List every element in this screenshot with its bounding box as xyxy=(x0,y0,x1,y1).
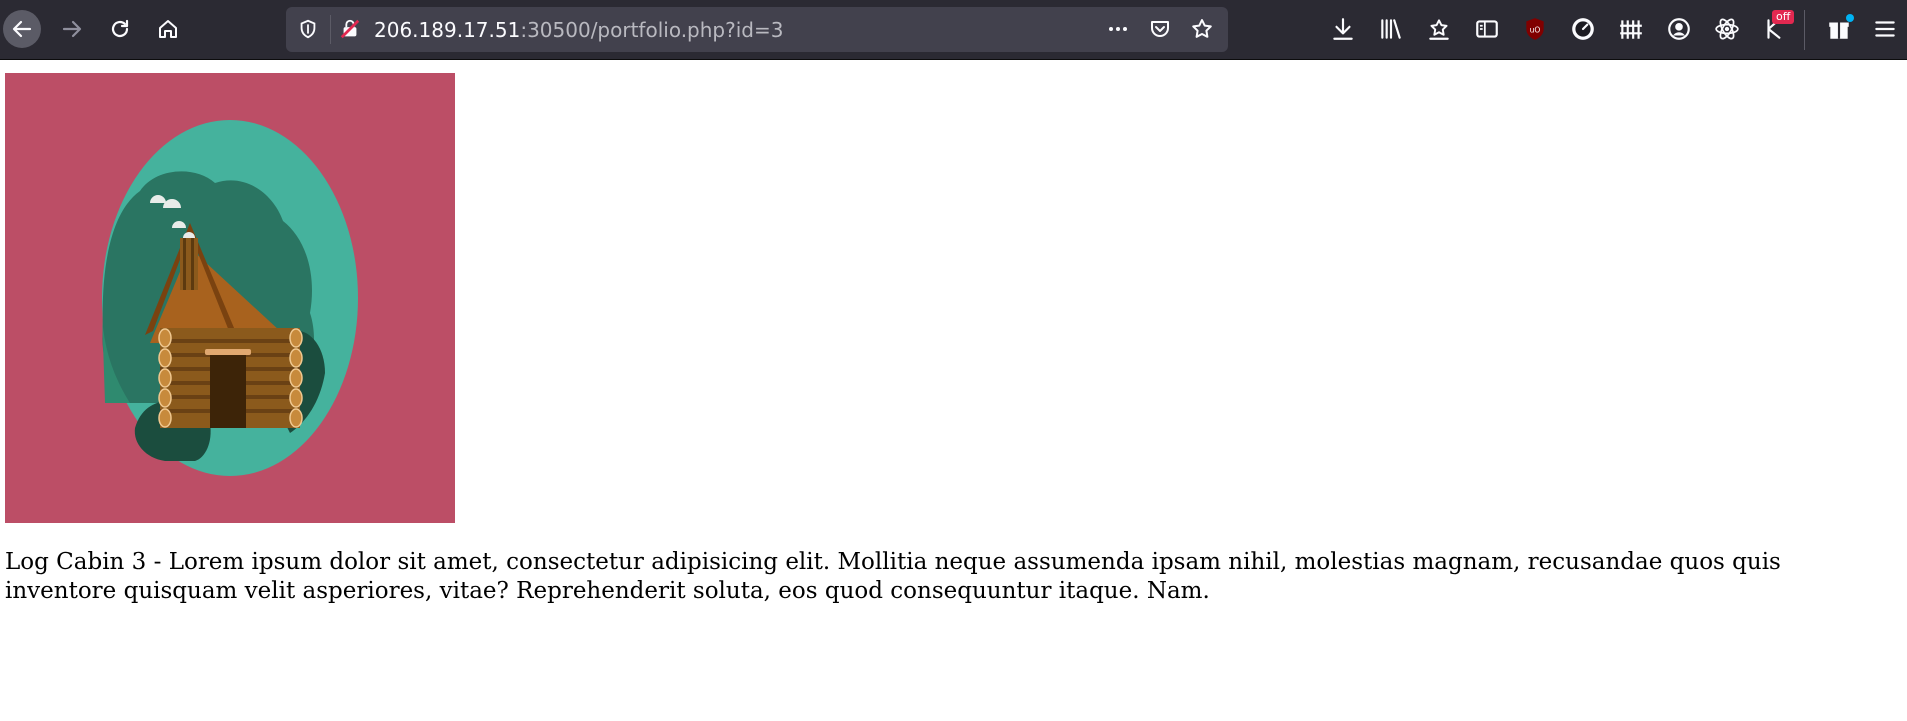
home-button[interactable] xyxy=(149,10,187,48)
account-icon xyxy=(1668,18,1690,40)
page-content: Log Cabin 3 - Lorem ipsum dolor sit amet… xyxy=(0,60,1907,721)
ublock-origin-icon: uO xyxy=(1526,18,1544,40)
address-bar[interactable]: 206.189.17.51:30500/portfolio.php?id=3 xyxy=(286,7,1228,52)
notification-dot xyxy=(1846,14,1854,22)
forward-button[interactable] xyxy=(53,10,91,48)
forward-arrow-icon xyxy=(62,20,82,38)
back-button[interactable] xyxy=(3,10,41,48)
more-icon xyxy=(1109,27,1127,31)
bookmark-star-button[interactable] xyxy=(1190,17,1214,41)
bookmarks-menu-icon xyxy=(1429,19,1449,40)
account-button[interactable] xyxy=(1666,16,1692,42)
download-icon xyxy=(1333,18,1353,40)
browser-toolbar: 206.189.17.51:30500/portfolio.php?id=3 u… xyxy=(0,0,1907,60)
library-icon xyxy=(1381,19,1401,39)
sidebar-icon xyxy=(1476,20,1498,38)
url-text[interactable]: 206.189.17.51:30500/portfolio.php?id=3 xyxy=(374,18,783,42)
reload-button[interactable] xyxy=(101,10,139,48)
url-path: :30500/portfolio.php?id=3 xyxy=(520,18,784,42)
ublock-origin-button[interactable]: uO xyxy=(1522,16,1548,42)
insecure-connection-icon xyxy=(340,19,360,39)
back-arrow-icon xyxy=(12,20,32,38)
sidebar-button[interactable] xyxy=(1474,16,1500,42)
hamburger-menu-icon xyxy=(1875,21,1895,37)
library-button[interactable] xyxy=(1378,16,1404,42)
svg-text:uO: uO xyxy=(1530,25,1541,34)
url-separator xyxy=(330,15,331,44)
pocket-button[interactable] xyxy=(1148,17,1172,41)
page-actions-button[interactable] xyxy=(1106,17,1130,41)
app-menu-button[interactable] xyxy=(1872,16,1898,42)
speed-extension-button[interactable] xyxy=(1570,16,1596,42)
pocket-icon xyxy=(1151,21,1169,37)
log-cabin-image xyxy=(5,73,455,523)
toolbar-separator xyxy=(1804,10,1805,50)
fence-icon xyxy=(1620,20,1642,39)
off-badge: off xyxy=(1772,10,1795,24)
star-icon xyxy=(1192,19,1212,38)
url-host: 206.189.17.51 xyxy=(374,18,521,42)
react-icon xyxy=(1715,18,1739,40)
home-icon xyxy=(159,20,177,38)
downloads-button[interactable] xyxy=(1330,16,1356,42)
speedometer-icon xyxy=(1572,18,1594,40)
tracking-protection-button[interactable] xyxy=(296,17,320,41)
fence-extension-button[interactable] xyxy=(1618,16,1644,42)
bookmarks-menu-button[interactable] xyxy=(1426,16,1452,42)
site-info-button[interactable] xyxy=(338,17,362,41)
cabin-description: Log Cabin 3 - Lorem ipsum dolor sit amet… xyxy=(5,549,1781,604)
reload-icon xyxy=(111,19,129,38)
react-devtools-button[interactable] xyxy=(1714,16,1740,42)
shield-icon xyxy=(300,19,316,39)
